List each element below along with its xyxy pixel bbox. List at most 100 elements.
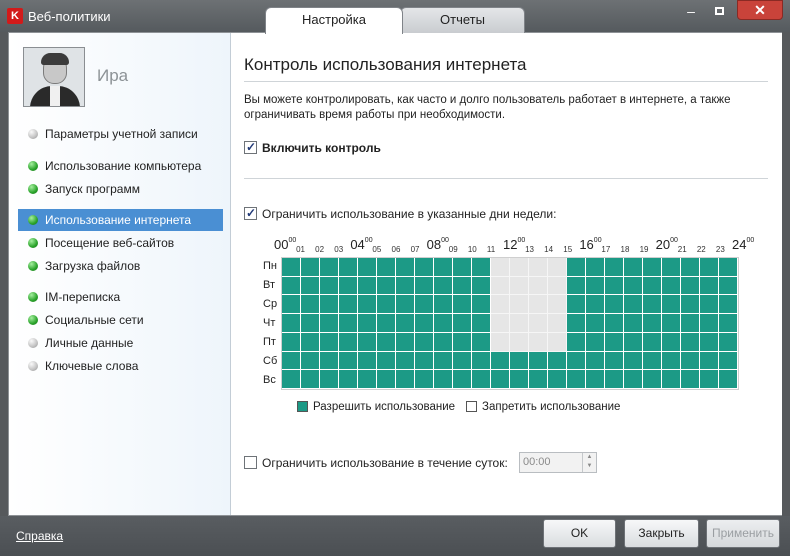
schedule-cell-allowed[interactable] — [605, 314, 624, 333]
schedule-cell-allowed[interactable] — [586, 276, 605, 296]
schedule-cell-allowed[interactable] — [415, 276, 434, 296]
schedule-cell-allowed[interactable] — [282, 258, 301, 277]
schedule-cell-allowed[interactable] — [434, 314, 453, 333]
close-window-button[interactable]: ✕ — [737, 0, 783, 20]
schedule-cell-allowed[interactable] — [719, 314, 738, 333]
schedule-cell-allowed[interactable] — [301, 258, 320, 277]
schedule-cell-denied[interactable] — [491, 332, 510, 352]
spin-up-icon[interactable]: ▲ — [583, 453, 596, 462]
schedule-cell-allowed[interactable] — [624, 314, 643, 333]
schedule-cell-allowed[interactable] — [605, 295, 624, 315]
schedule-cell-allowed[interactable] — [624, 258, 643, 277]
schedule-cell-allowed[interactable] — [415, 332, 434, 352]
schedule-cell-allowed[interactable] — [681, 295, 700, 315]
schedule-cell-allowed[interactable] — [567, 295, 586, 315]
schedule-cell-allowed[interactable] — [700, 258, 719, 277]
schedule-cell-allowed[interactable] — [719, 370, 738, 389]
schedule-cell-denied[interactable] — [510, 276, 529, 296]
schedule-cell-allowed[interactable] — [415, 258, 434, 277]
schedule-cell-allowed[interactable] — [377, 370, 396, 389]
schedule-cell-denied[interactable] — [510, 314, 529, 333]
schedule-cell-allowed[interactable] — [643, 314, 662, 333]
limit-days-checkbox[interactable] — [244, 206, 257, 221]
schedule-cell-allowed[interactable] — [396, 314, 415, 333]
schedule-cell-allowed[interactable] — [624, 295, 643, 315]
schedule-cell-allowed[interactable] — [301, 332, 320, 352]
schedule-cell-allowed[interactable] — [377, 314, 396, 333]
spin-down-icon[interactable]: ▼ — [583, 462, 596, 471]
sidebar-item[interactable]: IM-переписка — [18, 286, 223, 308]
schedule-cell-allowed[interactable] — [700, 332, 719, 352]
schedule-cell-allowed[interactable] — [282, 351, 301, 371]
schedule-cell-allowed[interactable] — [320, 314, 339, 333]
schedule-cell-allowed[interactable] — [320, 370, 339, 389]
schedule-cell-allowed[interactable] — [719, 276, 738, 296]
schedule-cell-allowed[interactable] — [586, 314, 605, 333]
schedule-cell-allowed[interactable] — [434, 276, 453, 296]
schedule-cell-allowed[interactable] — [320, 276, 339, 296]
schedule-cell-allowed[interactable] — [719, 258, 738, 277]
schedule-cell-allowed[interactable] — [301, 370, 320, 389]
schedule-cell-denied[interactable] — [491, 258, 510, 277]
schedule-cell-allowed[interactable] — [472, 332, 491, 352]
schedule-cell-denied[interactable] — [510, 295, 529, 315]
sidebar-item[interactable]: Ключевые слова — [18, 355, 223, 377]
schedule-cell-allowed[interactable] — [491, 351, 510, 371]
schedule-cell-allowed[interactable] — [510, 351, 529, 371]
schedule-cell-allowed[interactable] — [339, 351, 358, 371]
schedule-cell-allowed[interactable] — [396, 351, 415, 371]
sidebar-item[interactable]: Использование компьютера — [18, 155, 223, 177]
schedule-cell-allowed[interactable] — [567, 332, 586, 352]
schedule-cell-denied[interactable] — [548, 332, 567, 352]
schedule-cell-allowed[interactable] — [396, 332, 415, 352]
close-button[interactable]: Закрыть — [624, 519, 699, 548]
limit-days-checkbox-row[interactable]: Ограничить использование в указанные дни… — [244, 206, 556, 222]
schedule-cell-allowed[interactable] — [453, 351, 472, 371]
schedule-cell-allowed[interactable] — [719, 295, 738, 315]
limit-daily-checkbox[interactable] — [244, 456, 257, 470]
limit-daily-checkbox-row[interactable]: Ограничить использование в течение суток… — [244, 455, 508, 471]
schedule-cell-denied[interactable] — [548, 295, 567, 315]
tab-reports[interactable]: Отчеты — [400, 7, 525, 33]
schedule-cell-allowed[interactable] — [320, 295, 339, 315]
schedule-cell-allowed[interactable] — [605, 258, 624, 277]
schedule-cell-allowed[interactable] — [700, 351, 719, 371]
schedule-cell-allowed[interactable] — [586, 370, 605, 389]
schedule-cell-allowed[interactable] — [415, 314, 434, 333]
schedule-cell-allowed[interactable] — [662, 314, 681, 333]
schedule-cell-allowed[interactable] — [415, 351, 434, 371]
schedule-cell-denied[interactable] — [510, 332, 529, 352]
schedule-cell-allowed[interactable] — [396, 295, 415, 315]
sidebar-item[interactable]: Социальные сети — [18, 309, 223, 331]
tab-settings[interactable]: Настройка — [265, 7, 403, 34]
sidebar-item[interactable]: Запуск программ — [18, 178, 223, 200]
schedule-cell-allowed[interactable] — [320, 258, 339, 277]
schedule-cell-allowed[interactable] — [624, 351, 643, 371]
schedule-cell-allowed[interactable] — [434, 370, 453, 389]
daily-time-input[interactable]: 00:00 ▲ ▼ — [519, 452, 597, 473]
schedule-cell-allowed[interactable] — [643, 295, 662, 315]
schedule-cell-allowed[interactable] — [662, 351, 681, 371]
schedule-cell-allowed[interactable] — [472, 370, 491, 389]
schedule-cell-allowed[interactable] — [548, 370, 567, 389]
schedule-cell-allowed[interactable] — [377, 258, 396, 277]
schedule-cell-allowed[interactable] — [472, 351, 491, 371]
schedule-cell-allowed[interactable] — [358, 332, 377, 352]
sidebar-item[interactable]: Загрузка файлов — [18, 255, 223, 277]
schedule-cell-allowed[interactable] — [282, 276, 301, 296]
schedule-cell-allowed[interactable] — [643, 276, 662, 296]
schedule-cell-allowed[interactable] — [415, 370, 434, 389]
schedule-cell-allowed[interactable] — [567, 351, 586, 371]
schedule-cell-allowed[interactable] — [662, 370, 681, 389]
schedule-cell-allowed[interactable] — [643, 370, 662, 389]
schedule-cell-denied[interactable] — [548, 258, 567, 277]
schedule-cell-allowed[interactable] — [662, 276, 681, 296]
schedule-cell-allowed[interactable] — [586, 332, 605, 352]
avatar[interactable] — [23, 47, 85, 107]
sidebar-item[interactable]: Личные данные — [18, 332, 223, 354]
schedule-cell-allowed[interactable] — [472, 258, 491, 277]
schedule-cell-allowed[interactable] — [681, 276, 700, 296]
schedule-cell-allowed[interactable] — [548, 351, 567, 371]
sidebar-item[interactable]: Параметры учетной записи — [18, 123, 223, 145]
schedule-cell-allowed[interactable] — [719, 351, 738, 371]
